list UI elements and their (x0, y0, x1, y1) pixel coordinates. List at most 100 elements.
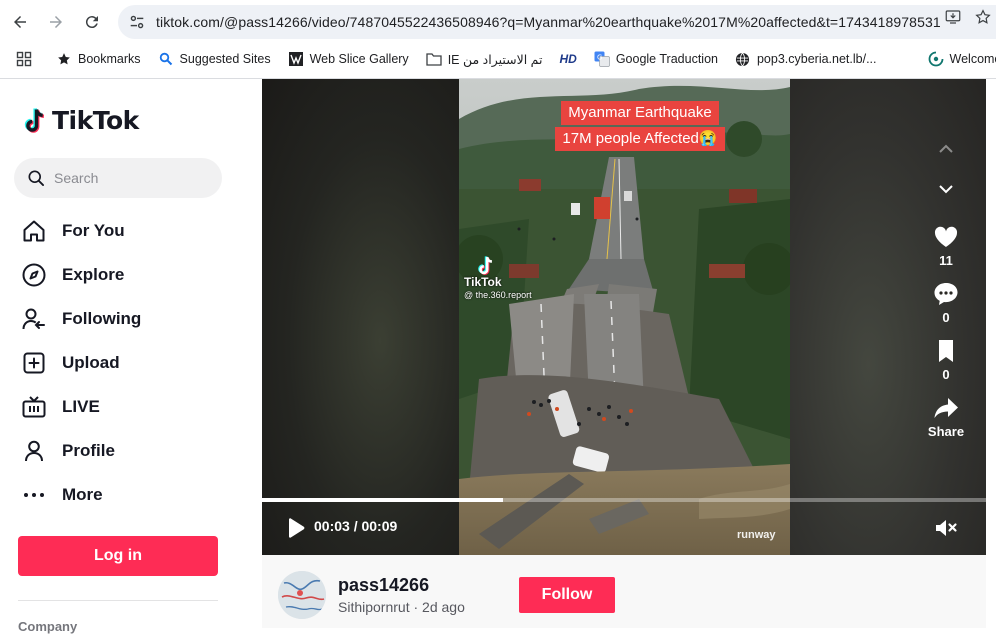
tiktok-logo-icon (24, 107, 45, 133)
bookmarks-bar: Bookmarks Suggested Sites Web Slice Gall… (0, 44, 996, 74)
company-heading[interactable]: Company (18, 619, 77, 634)
nav-upload[interactable]: Upload (20, 341, 220, 385)
like-button[interactable]: 11 (926, 223, 966, 268)
watermark-name: TikTok (464, 275, 502, 289)
sidebar: TikTok For You Explore Following Upload … (0, 79, 262, 634)
save-count: 0 (942, 367, 950, 382)
hd-icon: HD (559, 52, 577, 66)
video-caption-overlay: Myanmar Earthquake 17M people Affected😭 (545, 101, 735, 153)
bookmark-label: Google Traduction (615, 52, 718, 66)
more-icon (20, 481, 48, 509)
comment-icon (934, 283, 958, 305)
bing-icon (158, 51, 174, 67)
web-slice-icon (288, 51, 304, 67)
next-video-button[interactable] (926, 169, 966, 209)
follow-button[interactable]: Follow (519, 577, 615, 613)
bookmark-hd[interactable]: HD (559, 52, 576, 66)
avatar[interactable] (278, 571, 326, 619)
browser-toolbar: tiktok.com/@pass14266/video/748704552243… (0, 0, 996, 44)
chevron-down-icon (939, 185, 953, 194)
apps-button[interactable] (16, 51, 32, 67)
bookmark-ie-import[interactable]: تم الاستيراد من IE (426, 51, 543, 67)
caption-line-2: 17M people Affected😭 (555, 127, 725, 151)
login-button[interactable]: Log in (18, 536, 218, 576)
live-icon (20, 393, 48, 421)
google-translate-icon: G (594, 51, 610, 67)
comment-button[interactable]: 0 (926, 280, 966, 325)
time-display: 00:03 / 00:09 (314, 518, 398, 534)
nav-profile[interactable]: Profile (20, 429, 220, 473)
author-bar: pass14266 Sithipornrut · 2d ago Follow (262, 555, 986, 628)
nav-label: Profile (62, 441, 115, 460)
omnibox-actions (944, 8, 992, 26)
svg-text:G: G (597, 54, 602, 62)
bookmark-welcome[interactable]: Welcome to RA (928, 51, 996, 67)
avatar-image (278, 571, 326, 619)
post-age: 2d ago (422, 599, 465, 615)
nav-label: Explore (62, 265, 125, 284)
author-username[interactable]: pass14266 (338, 575, 429, 596)
home-icon (20, 217, 48, 245)
reload-icon (85, 16, 98, 29)
nav-label: LIVE (62, 397, 100, 416)
video-player[interactable]: Myanmar Earthquake 17M people Affected😭 … (262, 79, 986, 555)
reload-button[interactable] (74, 4, 110, 40)
star-icon (56, 51, 72, 67)
bookmark-icon (939, 340, 953, 362)
sidebar-divider (18, 600, 218, 601)
player-controls: 00:03 / 00:09 (262, 502, 986, 555)
nav-more[interactable]: More (20, 473, 220, 517)
heart-icon (934, 226, 958, 247)
share-label: Share (927, 424, 965, 439)
search-box[interactable] (14, 158, 222, 198)
welcome-icon (928, 51, 944, 67)
nav-label: For You (62, 221, 125, 240)
install-app-icon[interactable] (944, 8, 962, 26)
video-action-bar: 11 0 0 Share (926, 129, 966, 439)
bookmark-bookmarks[interactable]: Bookmarks (56, 51, 141, 67)
nav-for-you[interactable]: For You (20, 209, 220, 253)
save-button[interactable]: 0 (926, 337, 966, 382)
author-display-name: Sithipornrut (338, 599, 410, 615)
nav-label: More (62, 485, 103, 504)
following-icon (20, 305, 48, 333)
bookmark-label: Bookmarks (78, 52, 141, 66)
bookmark-label: تم الاستيراد من IE (447, 52, 543, 67)
share-button[interactable]: Share (926, 394, 966, 439)
volume-muted-icon[interactable] (934, 517, 958, 539)
chevron-up-icon (939, 144, 953, 153)
search-icon (28, 170, 44, 186)
logo-text: TikTok (52, 106, 139, 135)
nav-following[interactable]: Following (20, 297, 220, 341)
back-button[interactable] (2, 4, 38, 40)
bookmark-web-slice-gallery[interactable]: Web Slice Gallery (288, 51, 409, 67)
bookmark-label: pop3.cyberia.net.lb/... (756, 52, 877, 66)
globe-icon (735, 51, 751, 67)
profile-icon (20, 437, 48, 465)
bookmark-label: Welcome to RA (949, 52, 996, 66)
nav-label: Following (62, 309, 142, 328)
previous-video-button[interactable] (926, 129, 966, 169)
nav-explore[interactable]: Explore (20, 253, 220, 297)
arrow-right-icon (50, 16, 62, 28)
address-bar[interactable]: tiktok.com/@pass14266/video/748704552243… (118, 5, 996, 39)
tiktok-logo[interactable]: TikTok (22, 106, 139, 135)
bookmark-star-icon[interactable] (974, 8, 992, 26)
search-input[interactable] (54, 170, 204, 186)
forward-button[interactable] (38, 4, 74, 40)
caption-line-1: Myanmar Earthquake (561, 101, 719, 125)
main-nav: For You Explore Following Upload LIVE Pr… (20, 209, 220, 517)
upload-icon (20, 349, 48, 377)
bookmark-google-traduction[interactable]: G Google Traduction (594, 51, 718, 67)
arrow-left-icon (14, 16, 26, 28)
play-icon[interactable] (286, 517, 306, 539)
bookmark-suggested-sites[interactable]: Suggested Sites (158, 51, 271, 67)
apps-grid-icon (16, 51, 32, 67)
tiktok-watermark-icon (478, 256, 493, 275)
nav-live[interactable]: LIVE (20, 385, 220, 429)
folder-icon (426, 51, 442, 67)
bookmark-pop3-cyberia[interactable]: pop3.cyberia.net.lb/... (735, 51, 877, 67)
site-settings-icon[interactable] (128, 12, 148, 32)
like-count: 11 (939, 253, 953, 268)
subline-separator: · (409, 599, 423, 615)
